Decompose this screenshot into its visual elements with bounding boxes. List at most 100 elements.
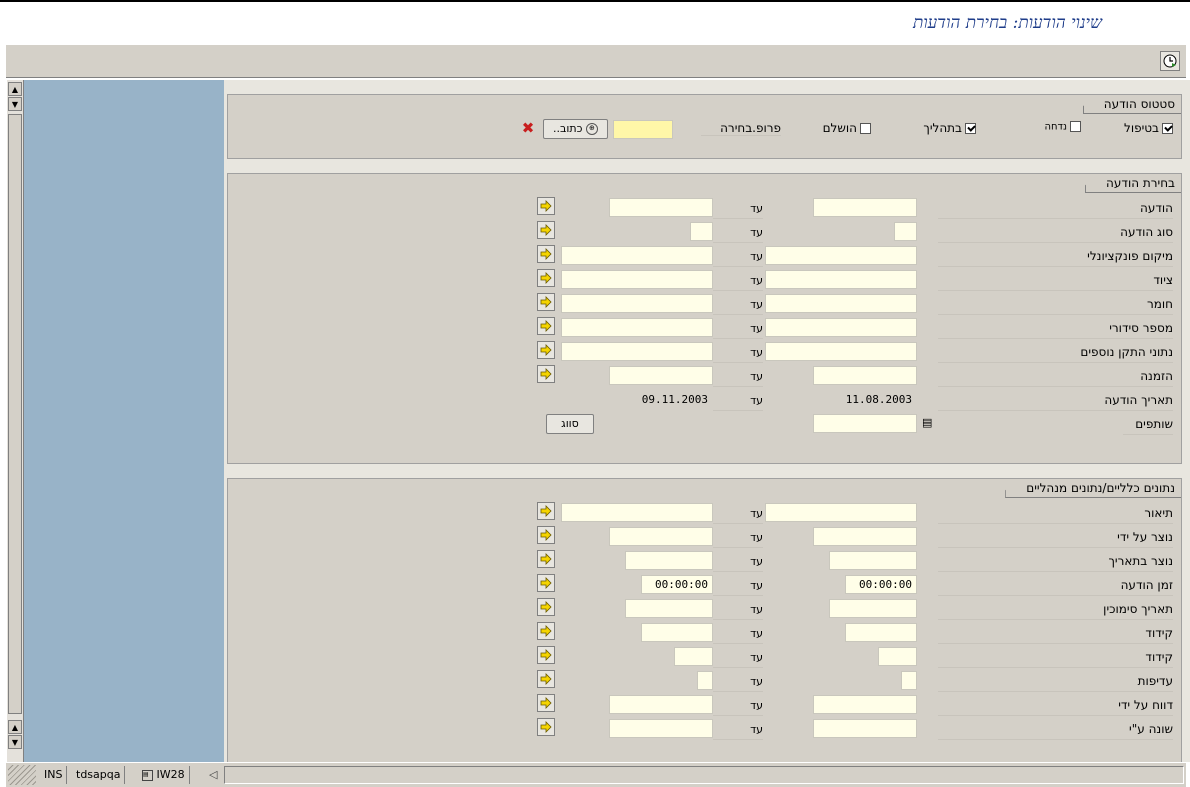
to-input[interactable]: [674, 647, 713, 666]
to-input[interactable]: [641, 623, 713, 642]
multiple-selection-button[interactable]: [537, 269, 555, 287]
from-date-input[interactable]: 11.08.2003: [813, 390, 917, 409]
from-input[interactable]: [829, 599, 917, 618]
multiple-selection-button[interactable]: [537, 341, 555, 359]
from-input[interactable]: [829, 551, 917, 570]
from-input[interactable]: [813, 719, 917, 738]
partners-list-icon[interactable]: ▤: [922, 416, 934, 430]
row-label: עדיפות: [938, 672, 1173, 692]
until-label: עד: [713, 247, 763, 267]
row-label: קידוד: [938, 624, 1173, 644]
from-input[interactable]: [765, 246, 917, 265]
status-collapse-icon[interactable]: ◁: [209, 766, 217, 784]
until-label: עד: [713, 600, 763, 620]
from-input[interactable]: [765, 503, 917, 522]
until-label: עד: [713, 624, 763, 644]
arrow-right-icon: [540, 601, 552, 613]
to-input[interactable]: [609, 366, 713, 385]
scroll-up-button[interactable]: ▲: [8, 82, 22, 96]
to-input[interactable]: [561, 342, 713, 361]
from-input[interactable]: [894, 222, 917, 241]
checkbox-pending[interactable]: בתהליך: [923, 121, 976, 135]
multiple-selection-button[interactable]: [537, 221, 555, 239]
multiple-selection-button[interactable]: [537, 598, 555, 616]
to-input[interactable]: [609, 695, 713, 714]
partners-input[interactable]: [813, 414, 917, 433]
multiple-selection-button[interactable]: [537, 502, 555, 520]
checkbox-completed-box[interactable]: [860, 123, 871, 134]
to-input[interactable]: [697, 671, 713, 690]
title-bar: שינוי הודעות: בחירת הודעות: [0, 0, 1190, 44]
to-input[interactable]: [561, 503, 713, 522]
from-input[interactable]: [878, 647, 917, 666]
checkbox-completed[interactable]: הושלם: [823, 121, 871, 135]
selection-profile-input[interactable]: [613, 120, 673, 139]
scroll-down-button[interactable]: ▼: [8, 97, 22, 111]
magnifier-icon: ⊕: [585, 123, 598, 135]
from-time-input[interactable]: 00:00:00: [845, 575, 917, 594]
address-button[interactable]: ⊕ כתוב..: [543, 119, 608, 139]
from-input[interactable]: [765, 294, 917, 313]
arrow-right-icon: [540, 673, 552, 685]
multiple-selection-button[interactable]: [537, 550, 555, 568]
to-input[interactable]: [561, 270, 713, 289]
selection-row-notification-type: סוג הודעה עד: [228, 220, 1181, 244]
multiple-selection-button[interactable]: [537, 317, 555, 335]
clock-execute-icon: [1163, 54, 1177, 68]
row-label: תיאור: [938, 504, 1173, 524]
row-label: נתוני התקן נוספים: [938, 343, 1173, 363]
from-input[interactable]: [813, 198, 917, 217]
from-input[interactable]: [765, 318, 917, 337]
from-input[interactable]: [901, 671, 917, 690]
to-date-input[interactable]: 09.11.2003: [609, 390, 713, 409]
to-input[interactable]: [690, 222, 713, 241]
scroll-down-button-bottom[interactable]: ▼: [8, 735, 22, 749]
to-input[interactable]: [609, 719, 713, 738]
from-input[interactable]: [765, 342, 917, 361]
row-label: הזמנה: [938, 367, 1173, 387]
from-input[interactable]: [765, 270, 917, 289]
checkbox-rejected[interactable]: נדחה: [1044, 121, 1081, 133]
to-input[interactable]: [609, 527, 713, 546]
to-input[interactable]: [561, 318, 713, 337]
arrow-right-icon: [540, 697, 552, 709]
checkbox-rejected-box[interactable]: [1070, 121, 1081, 132]
to-input[interactable]: [561, 246, 713, 265]
multiple-selection-button[interactable]: [537, 646, 555, 664]
sort-button[interactable]: סווג: [546, 414, 594, 434]
general-row-reported-by: דווח על ידי עד: [228, 693, 1181, 717]
multiple-selection-button[interactable]: [537, 622, 555, 640]
vertical-scrollbar[interactable]: ▲ ▼ ▲ ▼: [7, 80, 24, 762]
multiple-selection-button[interactable]: [537, 197, 555, 215]
to-input[interactable]: [625, 599, 713, 618]
general-row-created-on: נוצר בתאריך עד: [228, 549, 1181, 573]
general-row-description: תיאור עד: [228, 501, 1181, 525]
to-input[interactable]: [561, 294, 713, 313]
resize-grip-icon[interactable]: [8, 765, 36, 785]
multiple-selection-button[interactable]: [537, 670, 555, 688]
from-input[interactable]: [813, 366, 917, 385]
to-input[interactable]: [625, 551, 713, 570]
scroll-thumb[interactable]: [8, 114, 22, 714]
execute-button[interactable]: [1160, 51, 1180, 71]
checkbox-in-process-box[interactable]: [1162, 123, 1173, 134]
to-time-input[interactable]: 00:00:00: [641, 575, 713, 594]
red-x-icon[interactable]: ✖: [520, 119, 536, 137]
multiple-selection-button[interactable]: [537, 718, 555, 736]
selection-row-functional-location: מיקום פונקציונלי עד: [228, 244, 1181, 268]
notification-selection-title: בחירת הודעה: [1085, 174, 1181, 193]
from-input[interactable]: [813, 695, 917, 714]
scroll-up-button-bottom[interactable]: ▲: [8, 720, 22, 734]
multiple-selection-button[interactable]: [537, 293, 555, 311]
checkbox-pending-box[interactable]: [965, 123, 976, 134]
status-message-area: [224, 766, 1184, 784]
from-input[interactable]: [813, 527, 917, 546]
multiple-selection-button[interactable]: [537, 245, 555, 263]
multiple-selection-button[interactable]: [537, 526, 555, 544]
multiple-selection-button[interactable]: [537, 365, 555, 383]
from-input[interactable]: [845, 623, 917, 642]
multiple-selection-button[interactable]: [537, 574, 555, 592]
checkbox-in-process[interactable]: בטיפול: [1124, 121, 1173, 135]
to-input[interactable]: [609, 198, 713, 217]
multiple-selection-button[interactable]: [537, 694, 555, 712]
